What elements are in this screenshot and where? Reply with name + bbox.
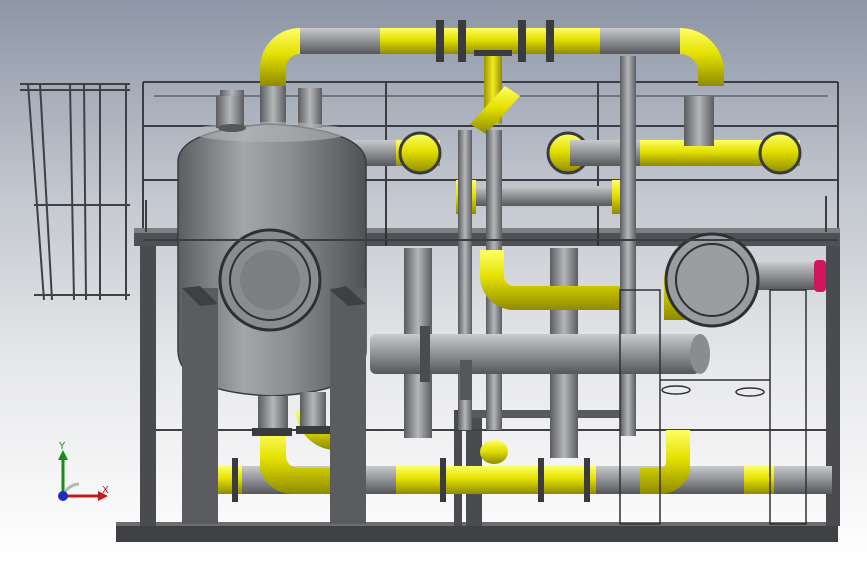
right-manway[interactable] — [664, 232, 760, 328]
yellow-elbow-pipe[interactable] — [480, 250, 826, 320]
axis-triad-icon — [58, 450, 108, 501]
ladder-cage[interactable] — [20, 83, 130, 301]
y-axis-label: Y — [59, 441, 66, 452]
vessel-outlet-pipes[interactable] — [252, 392, 330, 436]
x-axis-label: X — [102, 485, 109, 496]
graphics-viewport[interactable]: Y X — [0, 0, 867, 562]
skid-model[interactable] — [0, 0, 867, 562]
upper-pipe-runs[interactable] — [330, 86, 802, 214]
coordinate-triad: Y X — [44, 440, 114, 510]
